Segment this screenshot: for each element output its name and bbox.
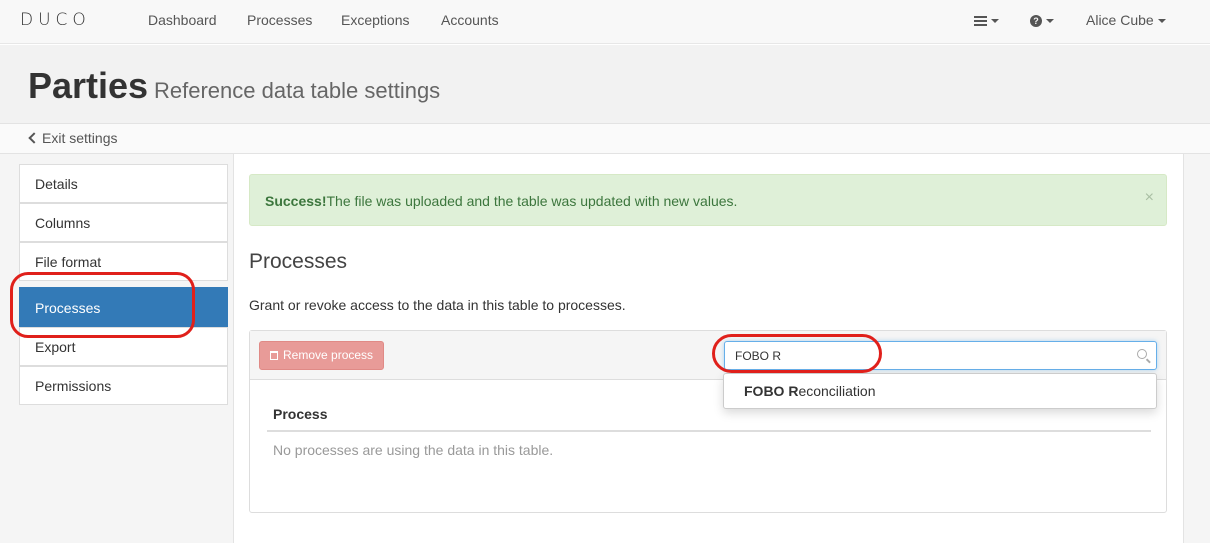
remove-process-label: Remove process [283, 348, 374, 362]
caret-down-icon [991, 19, 999, 24]
suggestion-match: FOBO R [744, 383, 799, 399]
nav-dashboard[interactable]: Dashboard [148, 12, 217, 28]
page-title: Parties [28, 65, 149, 106]
exit-bar: Exit settings [0, 124, 1210, 154]
autocomplete-suggestion[interactable]: FOBO Reconciliation [723, 373, 1157, 409]
chevron-left-icon [28, 132, 40, 144]
alert-strong: Success! [265, 193, 327, 209]
process-search-input[interactable] [724, 341, 1157, 370]
close-icon[interactable]: × [1145, 190, 1154, 206]
empty-message: No processes are using the data in this … [273, 442, 554, 458]
success-alert: Success!The file was uploaded and the ta… [249, 174, 1167, 226]
search-icon [1137, 349, 1147, 359]
sidebar-item-columns[interactable]: Columns [19, 203, 228, 242]
sidebar-item-export[interactable]: Export [19, 327, 228, 366]
nav-exceptions[interactable]: Exceptions [341, 12, 409, 28]
nav-accounts[interactable]: Accounts [441, 12, 499, 28]
page-header: Parties Reference data table settings [0, 45, 1210, 124]
exit-settings-link[interactable]: Exit settings [28, 130, 118, 146]
remove-process-button[interactable]: Remove process [259, 341, 385, 370]
process-search [724, 341, 1157, 370]
duco-logo[interactable]: DUCO [20, 10, 91, 30]
user-menu[interactable]: Alice Cube [1086, 12, 1166, 28]
section-title: Processes [249, 250, 348, 273]
sidebar-item-permissions[interactable]: Permissions [19, 366, 228, 405]
processes-panel: Remove process Process No processes are … [249, 330, 1167, 513]
caret-down-icon [1157, 19, 1166, 24]
nav-processes[interactable]: Processes [247, 12, 312, 28]
header-divider [267, 430, 1151, 432]
sidebar-item-details[interactable]: Details [19, 164, 228, 203]
page-subtitle: Reference data table settings [154, 78, 441, 103]
user-name: Alice Cube [1086, 12, 1154, 28]
sidebar-item-processes[interactable]: Processes [19, 287, 228, 328]
sidebar-item-file-format[interactable]: File format [19, 242, 228, 281]
help-dropdown[interactable]: ? [1030, 12, 1054, 28]
right-gutter [1183, 154, 1210, 543]
alert-message: The file was uploaded and the table was … [326, 193, 738, 209]
suggestion-rest: econciliation [798, 383, 876, 399]
process-column-header: Process [273, 406, 328, 422]
top-navbar: DUCO Dashboard Processes Exceptions Acco… [0, 0, 1210, 44]
menu-dropdown[interactable] [974, 12, 999, 28]
trash-icon [270, 351, 278, 360]
caret-down-icon [1046, 19, 1054, 24]
hamburger-icon [974, 14, 987, 28]
section-description: Grant or revoke access to the data in th… [249, 297, 626, 313]
exit-settings-label: Exit settings [42, 130, 118, 146]
question-circle-icon: ? [1030, 15, 1042, 28]
